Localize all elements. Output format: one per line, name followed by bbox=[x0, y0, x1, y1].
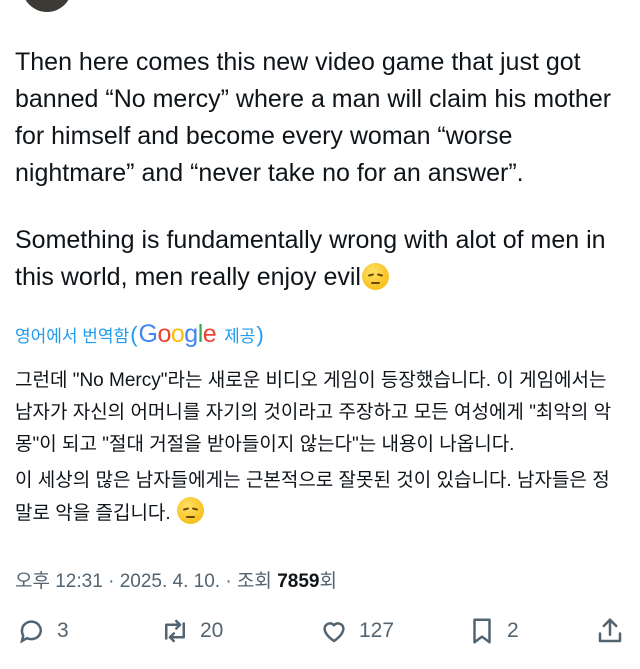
views-prefix: 조회 bbox=[236, 571, 272, 592]
pensive-face-emoji bbox=[361, 263, 389, 290]
translated-paragraph-1: 그런데 "No Mercy"라는 새로운 비디오 게임이 등장했습니다. 이 게… bbox=[15, 370, 612, 455]
bookmark-icon bbox=[473, 618, 491, 644]
tweet-paragraph-2: Something is fundamentally wrong with al… bbox=[15, 222, 627, 296]
bookmark-button[interactable]: 2 bbox=[467, 616, 519, 646]
action-bar: 3 20 127 2 bbox=[15, 616, 627, 656]
views-count: 7859 bbox=[277, 571, 320, 592]
translated-body: 그런데 "No Mercy"라는 새로운 비디오 게임이 등장했습니다. 이 게… bbox=[15, 365, 627, 530]
reply-count: 3 bbox=[57, 619, 69, 642]
google-logo: Google bbox=[138, 320, 217, 348]
reply-icon bbox=[20, 620, 42, 644]
translated-from-label: 영어에서 번역함 bbox=[15, 327, 130, 346]
translation-attribution[interactable]: 영어에서 번역함 ( Google 제공 ) bbox=[15, 320, 265, 349]
heart-icon bbox=[323, 622, 345, 643]
like-count: 127 bbox=[359, 619, 395, 642]
retweet-count: 20 bbox=[200, 619, 224, 642]
reply-button[interactable]: 3 bbox=[17, 616, 69, 646]
share-button[interactable] bbox=[595, 616, 625, 646]
provided-label: 제공 bbox=[224, 327, 256, 346]
tweet-body: Then here comes this new video game that… bbox=[15, 44, 627, 296]
translated-paragraph-2-text: 이 세상의 많은 남자들에게는 근본적으로 잘못된 것이 있습니다. 남자들은 … bbox=[15, 470, 610, 524]
retweet-icon bbox=[165, 619, 185, 643]
views-suffix: 회 bbox=[319, 571, 337, 592]
timestamp-date[interactable]: 2025. 4. 10. bbox=[120, 571, 220, 592]
pensive-face-emoji bbox=[176, 497, 204, 524]
share-icon bbox=[598, 618, 622, 643]
tweet-paragraph-2-text: Something is fundamentally wrong with al… bbox=[15, 226, 606, 291]
timestamp-time[interactable]: 오후 12:31 bbox=[15, 571, 103, 592]
tweet-paragraph-1: Then here comes this new video game that… bbox=[15, 48, 612, 187]
translated-paragraph-2: 이 세상의 많은 남자들에게는 근본적으로 잘못된 것이 있습니다. 남자들은 … bbox=[15, 465, 627, 530]
like-button[interactable]: 127 bbox=[319, 616, 394, 646]
avatar[interactable] bbox=[22, 0, 72, 12]
tweet-meta: 오후 12:31 · 2025. 4. 10. · 조회 7859회 bbox=[15, 571, 337, 592]
retweet-button[interactable]: 20 bbox=[160, 616, 223, 646]
bookmark-count: 2 bbox=[507, 619, 519, 642]
